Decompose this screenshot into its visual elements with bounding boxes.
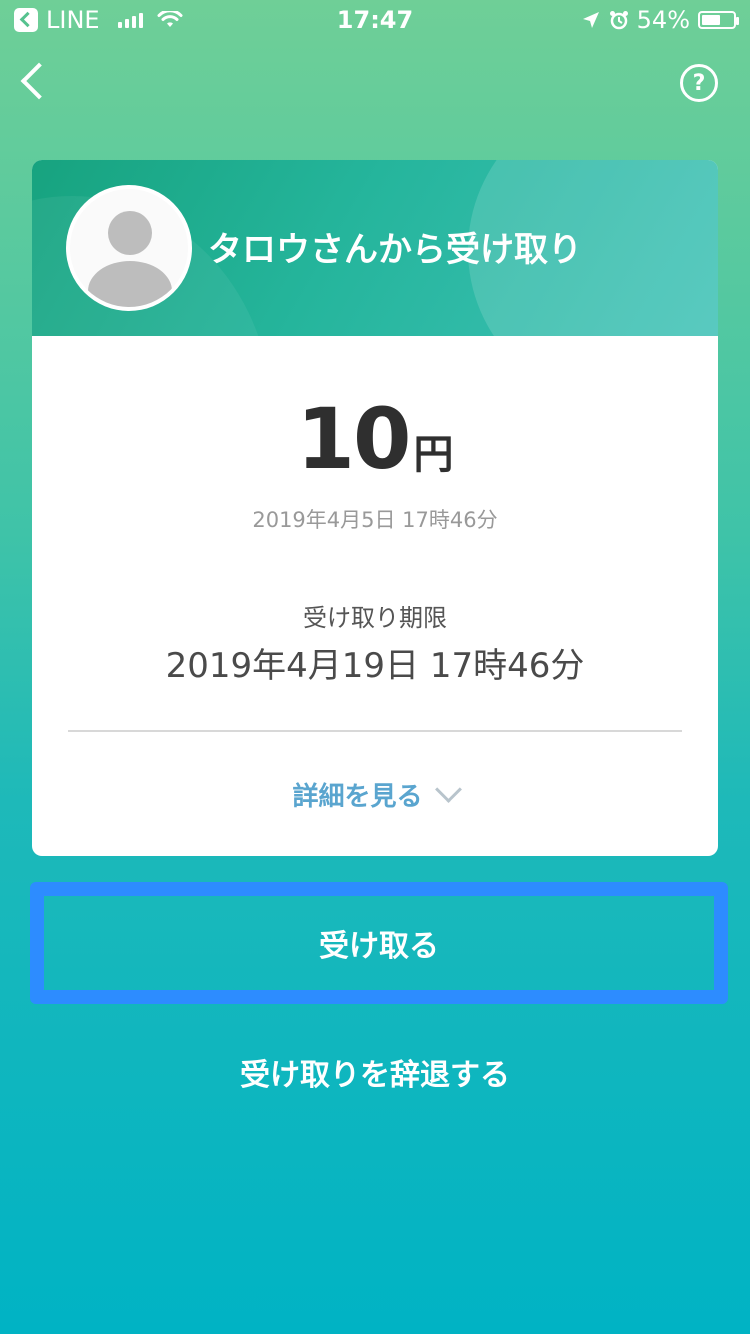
card-header: タロウさんから受け取り xyxy=(32,160,718,336)
help-button[interactable]: ? xyxy=(680,64,718,102)
amount-value: 10 xyxy=(296,390,412,488)
back-button[interactable] xyxy=(14,60,54,100)
signal-icon xyxy=(117,12,143,28)
receive-button-label: 受け取る xyxy=(319,929,439,964)
receive-button[interactable]: 受け取る xyxy=(30,882,728,1004)
user-avatar-icon xyxy=(66,185,192,311)
details-link[interactable]: 詳細を見る xyxy=(32,776,718,813)
status-bar: LINE 17:47 54% xyxy=(0,0,750,40)
divider xyxy=(68,730,682,732)
payment-card: タロウさんから受け取り 10 円 2019年4月5日 17時46分 受け取り期限… xyxy=(32,160,718,856)
back-to-app-icon[interactable] xyxy=(14,8,38,32)
details-label: 詳細を見る xyxy=(292,782,423,812)
chevron-down-icon xyxy=(434,776,462,803)
status-left: LINE xyxy=(14,6,183,34)
deadline-label: 受け取り期限 xyxy=(303,604,447,632)
sent-date: 2019年4月5日 17時46分 xyxy=(252,508,498,532)
alarm-icon xyxy=(609,11,628,30)
location-icon xyxy=(582,12,599,28)
status-right: 54% xyxy=(581,6,739,34)
wifi-icon xyxy=(157,11,183,27)
app-name: LINE xyxy=(46,6,100,34)
card-title: タロウさんから受け取り xyxy=(208,230,582,270)
amount: 10 円 xyxy=(32,390,718,488)
deadline-value: 2019年4月19日 17時46分 xyxy=(165,646,585,686)
battery-icon xyxy=(698,11,739,29)
question-circle-icon: ? xyxy=(692,70,706,96)
decline-button-label: 受け取りを辞退する xyxy=(240,1058,510,1093)
status-time: 17:47 xyxy=(336,6,414,34)
amount-unit: 円 xyxy=(413,432,454,478)
battery-percent: 54% xyxy=(636,6,690,34)
decline-button[interactable]: 受け取りを辞退する xyxy=(0,1050,750,1094)
